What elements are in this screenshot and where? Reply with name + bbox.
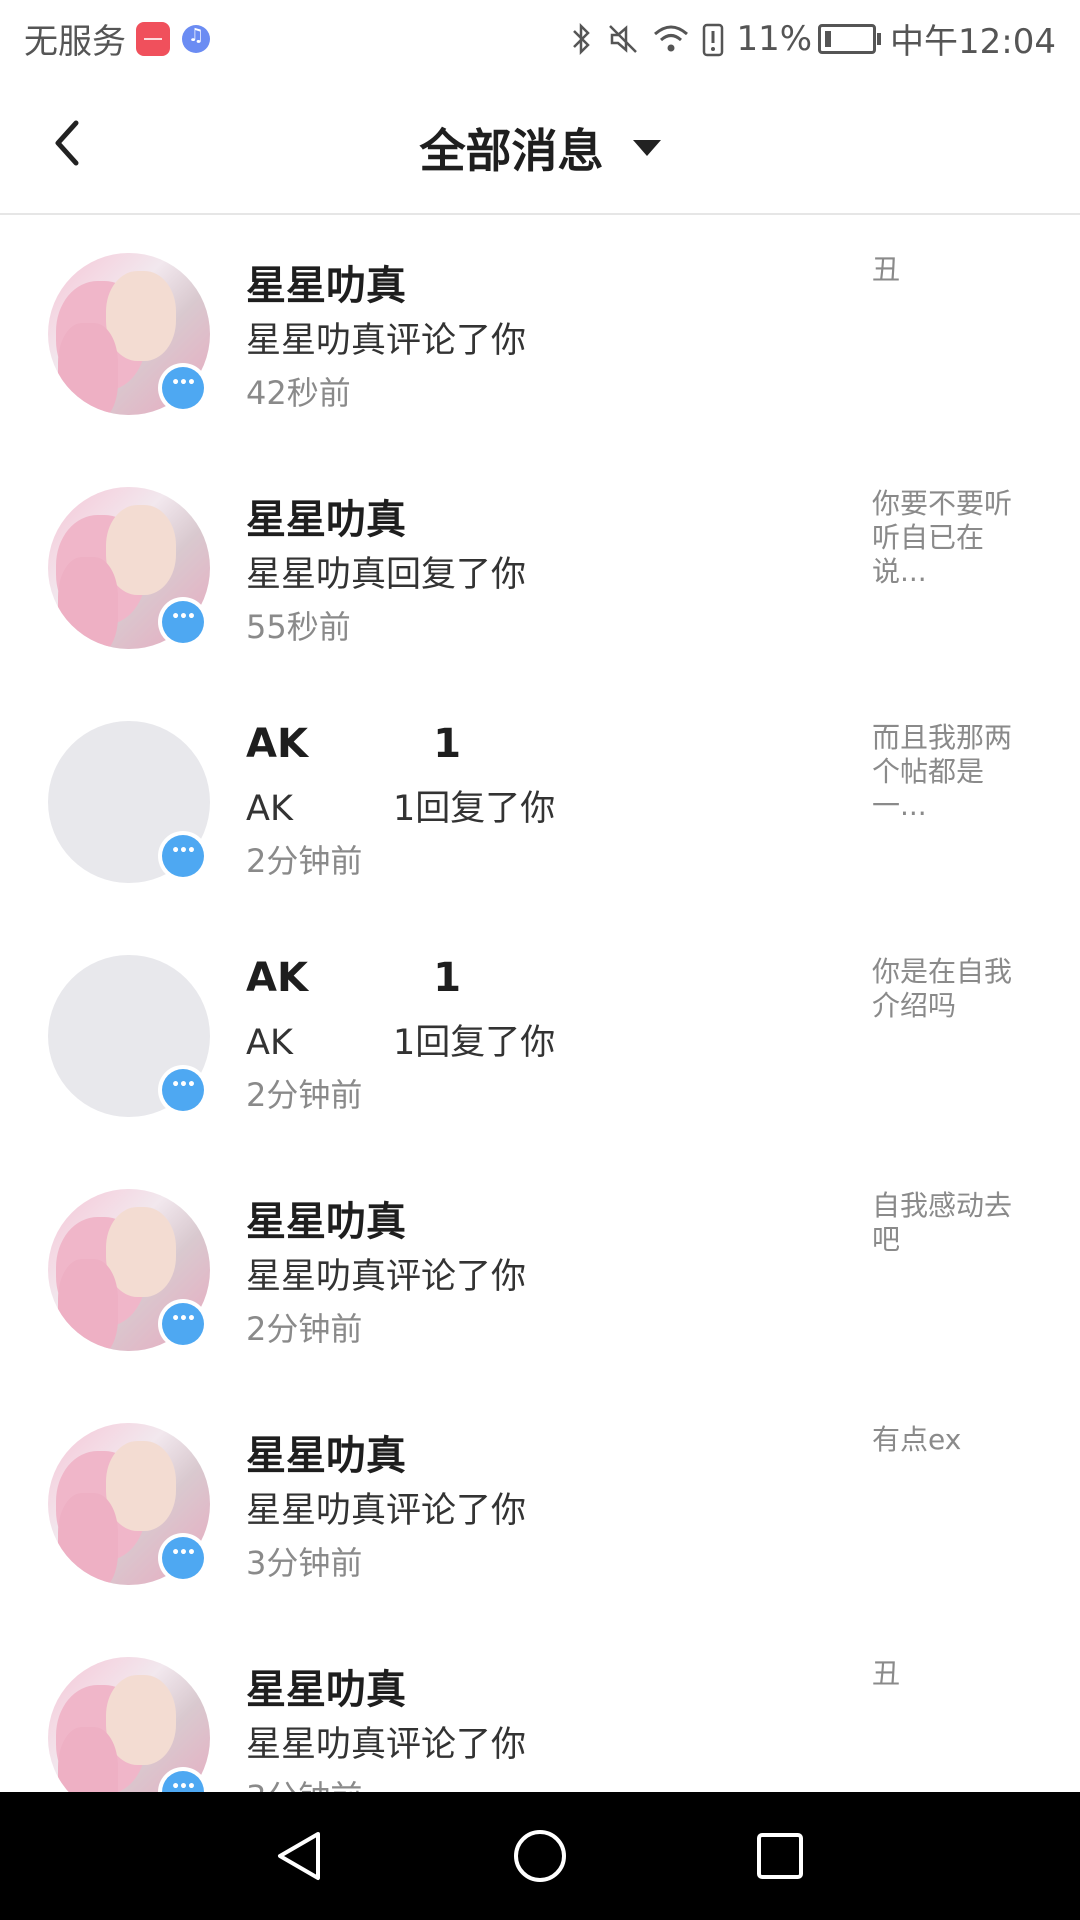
- battery-percent: 11%: [736, 18, 813, 59]
- message-action: 星星叻真评论了你: [246, 321, 527, 361]
- battery-charging-icon: [818, 23, 882, 54]
- battery-alert-icon: [703, 23, 724, 56]
- music-app-icon: [182, 24, 210, 53]
- comment-bubble-icon: [158, 831, 208, 881]
- nav-back-button[interactable]: [270, 1826, 330, 1886]
- huawei-app-icon: [136, 21, 170, 56]
- message-preview: 你要不要听听自已在说...: [872, 487, 1013, 588]
- comment-bubble-icon: [158, 363, 208, 413]
- sender-name: AK 1: [246, 721, 462, 767]
- page-title: 全部消息: [419, 124, 604, 178]
- message-time: 2分钟前: [246, 1310, 363, 1348]
- sender-name: AK 1: [246, 955, 462, 1001]
- bluetooth-icon: [573, 22, 591, 55]
- comment-bubble-icon: [158, 597, 208, 647]
- status-left: 无服务: [24, 14, 210, 63]
- message-action: 星星叻真评论了你: [246, 1491, 527, 1531]
- wifi-icon: [654, 25, 689, 51]
- nav-home-button[interactable]: [510, 1826, 570, 1886]
- sender-name: 星星叻真: [246, 263, 406, 309]
- message-item[interactable]: AK 1 AK 1回复了你 2分钟前 你是在自我介绍吗: [0, 917, 1080, 1151]
- message-time: 55秒前: [246, 608, 351, 646]
- top-app-bar: 全部消息: [0, 75, 1080, 215]
- message-time: 2分钟前: [246, 1076, 363, 1114]
- clock: 中午12:04: [890, 22, 1056, 62]
- message-action: 星星叻真回复了你: [246, 555, 527, 595]
- square-recents-icon: [757, 1833, 803, 1879]
- circle-home-icon: [514, 1830, 566, 1882]
- message-preview: 自我感动去吧: [872, 1189, 1013, 1256]
- message-list: 星星叻真 星星叻真评论了你 42秒前 丑 星星叻真 星星叻真回复了你 55秒前 …: [0, 215, 1080, 1853]
- message-action: AK 1回复了你: [246, 789, 556, 829]
- sender-name: 星星叻真: [246, 497, 406, 543]
- message-preview: 有点ex: [872, 1423, 962, 1456]
- status-right: 11% 中午12:04: [570, 14, 1056, 63]
- mute-icon: [609, 24, 638, 53]
- message-time: 3分钟前: [246, 1544, 363, 1582]
- message-preview: 丑: [872, 253, 901, 286]
- message-preview: 而且我那两个帖都是一...: [872, 721, 1013, 822]
- status-bar: 无服务 11% 中午12:04: [0, 0, 1080, 75]
- message-action: 星星叻真评论了你: [246, 1725, 527, 1765]
- sender-name: 星星叻真: [246, 1667, 406, 1713]
- nav-recents-button[interactable]: [750, 1826, 810, 1886]
- message-time: 2分钟前: [246, 842, 363, 880]
- comment-bubble-icon: [158, 1065, 208, 1115]
- comment-bubble-icon: [158, 1299, 208, 1349]
- sender-name: 星星叻真: [246, 1199, 406, 1245]
- triangle-down-icon: [632, 140, 661, 156]
- comment-bubble-icon: [158, 1533, 208, 1583]
- sender-name: 星星叻真: [246, 1433, 406, 1479]
- message-preview: 丑: [872, 1657, 901, 1690]
- message-item[interactable]: 星星叻真 星星叻真回复了你 55秒前 你要不要听听自已在说...: [0, 449, 1080, 683]
- message-preview: 你是在自我介绍吗: [872, 955, 1013, 1022]
- message-action: 星星叻真评论了你: [246, 1257, 527, 1297]
- system-navigation-bar: [0, 1792, 1080, 1920]
- message-filter-dropdown[interactable]: 全部消息: [0, 115, 1080, 181]
- carrier-text: 无服务: [24, 22, 126, 62]
- message-item[interactable]: 星星叻真 星星叻真评论了你 42秒前 丑: [0, 215, 1080, 449]
- message-item[interactable]: AK 1 AK 1回复了你 2分钟前 而且我那两个帖都是一...: [0, 683, 1080, 917]
- triangle-back-icon: [278, 1832, 320, 1880]
- message-item[interactable]: 星星叻真 星星叻真评论了你 3分钟前 有点ex: [0, 1385, 1080, 1619]
- message-item[interactable]: 星星叻真 星星叻真评论了你 2分钟前 自我感动去吧: [0, 1151, 1080, 1385]
- message-action: AK 1回复了你: [246, 1023, 556, 1063]
- message-time: 42秒前: [246, 374, 351, 412]
